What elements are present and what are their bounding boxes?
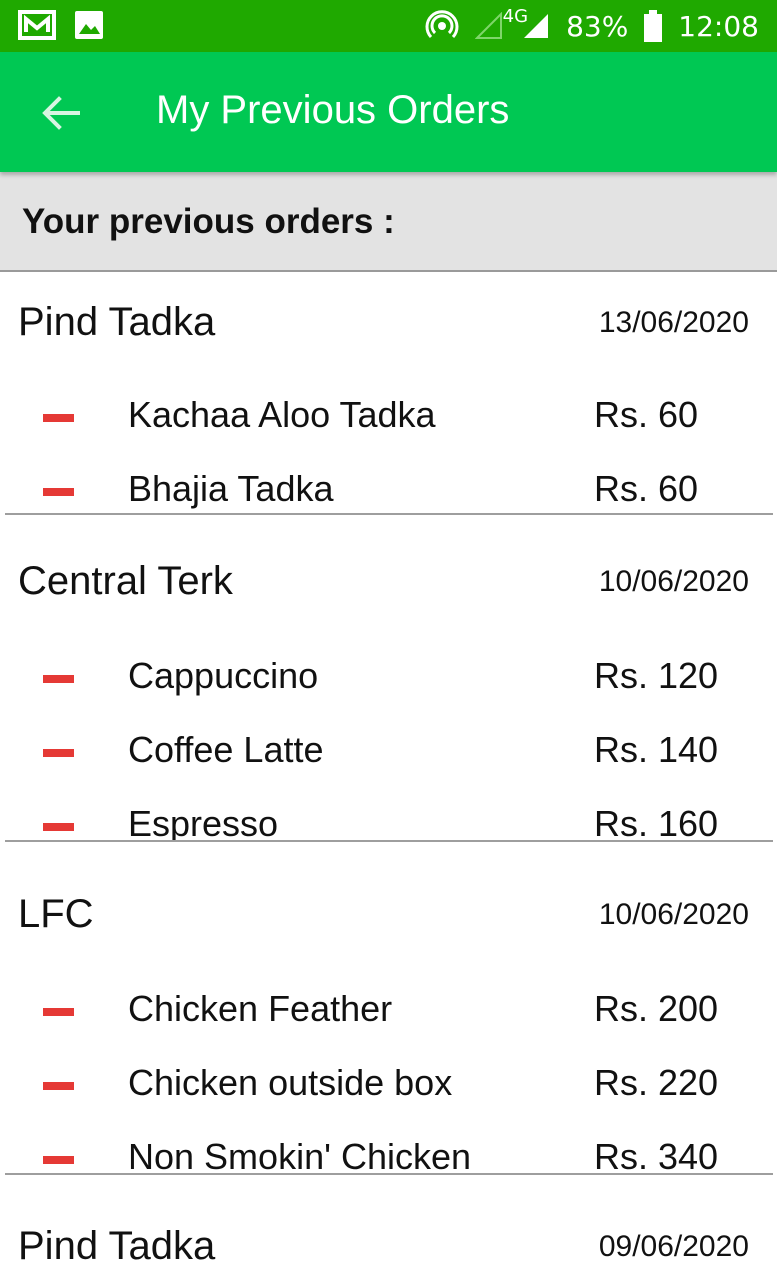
status-bar: 4G 83% 12:08 bbox=[0, 0, 777, 52]
order-date: 10/06/2020 bbox=[598, 565, 749, 598]
item-name: Bhajia Tadka bbox=[128, 468, 334, 509]
item-name: Non Smokin' Chicken bbox=[128, 1136, 472, 1173]
item-marker-icon bbox=[43, 1082, 74, 1090]
item-price: Rs. 60 bbox=[594, 394, 699, 435]
item-price: Rs. 340 bbox=[594, 1136, 719, 1173]
order-card[interactable]: LFC 10/06/2020 Chicken Feather Rs. 200 C… bbox=[0, 864, 777, 1173]
signal-empty-icon bbox=[474, 12, 502, 39]
restaurant-name: Central Terk bbox=[18, 559, 233, 603]
item-marker-icon bbox=[43, 1008, 74, 1016]
item-name: Kachaa Aloo Tadka bbox=[128, 394, 436, 435]
order-item: Non Smokin' Chicken Rs. 340 bbox=[0, 1136, 777, 1173]
item-marker-icon bbox=[43, 414, 74, 422]
item-name: Espresso bbox=[128, 803, 279, 841]
item-marker-icon bbox=[43, 1156, 74, 1164]
section-header-label: Your previous orders : bbox=[22, 202, 395, 241]
item-name: Cappuccino bbox=[128, 655, 319, 696]
item-name: Coffee Latte bbox=[128, 729, 324, 770]
item-price: Rs. 140 bbox=[594, 729, 719, 770]
item-marker-icon bbox=[43, 823, 74, 831]
clock: 12:08 bbox=[678, 9, 759, 43]
network-type: 4G bbox=[502, 5, 529, 27]
item-marker-icon bbox=[43, 675, 74, 683]
app-bar: My Previous Orders bbox=[0, 52, 777, 172]
divider bbox=[5, 513, 773, 515]
item-price: Rs. 220 bbox=[594, 1062, 719, 1103]
item-name: Chicken Feather bbox=[128, 988, 393, 1029]
item-price: Rs. 60 bbox=[594, 468, 699, 509]
order-item: Coffee Latte Rs. 140 bbox=[0, 729, 777, 779]
battery-icon bbox=[644, 10, 663, 42]
mail-icon bbox=[18, 10, 56, 40]
order-item: Kachaa Aloo Tadka Rs. 60 bbox=[0, 394, 777, 444]
order-item: Espresso Rs. 160 bbox=[0, 803, 777, 841]
restaurant-name: Pind Tadka bbox=[18, 1224, 216, 1268]
battery-percent: 83% bbox=[566, 9, 629, 43]
item-marker-icon bbox=[43, 488, 74, 496]
order-item: Bhajia Tadka Rs. 60 bbox=[0, 468, 777, 516]
divider bbox=[5, 840, 773, 842]
restaurant-name: LFC bbox=[18, 892, 94, 936]
order-card[interactable]: Pind Tadka 13/06/2020 Kachaa Aloo Tadka … bbox=[0, 272, 777, 516]
item-name: Chicken outside box bbox=[128, 1062, 453, 1103]
order-date: 10/06/2020 bbox=[598, 898, 749, 931]
arrow-left-icon[interactable] bbox=[40, 92, 82, 134]
order-date: 13/06/2020 bbox=[598, 306, 749, 339]
divider bbox=[5, 1173, 773, 1175]
order-item: Chicken Feather Rs. 200 bbox=[0, 988, 777, 1038]
order-item: Cappuccino Rs. 120 bbox=[0, 655, 777, 705]
image-icon bbox=[75, 11, 103, 39]
item-price: Rs. 160 bbox=[594, 803, 719, 841]
order-card[interactable]: Central Terk 10/06/2020 Cappuccino Rs. 1… bbox=[0, 531, 777, 841]
order-item: Chicken outside box Rs. 220 bbox=[0, 1062, 777, 1112]
section-header: Your previous orders : bbox=[0, 172, 777, 272]
restaurant-name: Pind Tadka bbox=[18, 300, 216, 344]
order-date: 09/06/2020 bbox=[598, 1230, 749, 1263]
item-marker-icon bbox=[43, 749, 74, 757]
hotspot-icon bbox=[425, 10, 459, 39]
item-price: Rs. 200 bbox=[594, 988, 719, 1029]
order-card[interactable]: Pind Tadka 09/06/2020 bbox=[0, 1196, 777, 1280]
item-price: Rs. 120 bbox=[594, 655, 719, 696]
page-title: My Previous Orders bbox=[156, 88, 510, 132]
